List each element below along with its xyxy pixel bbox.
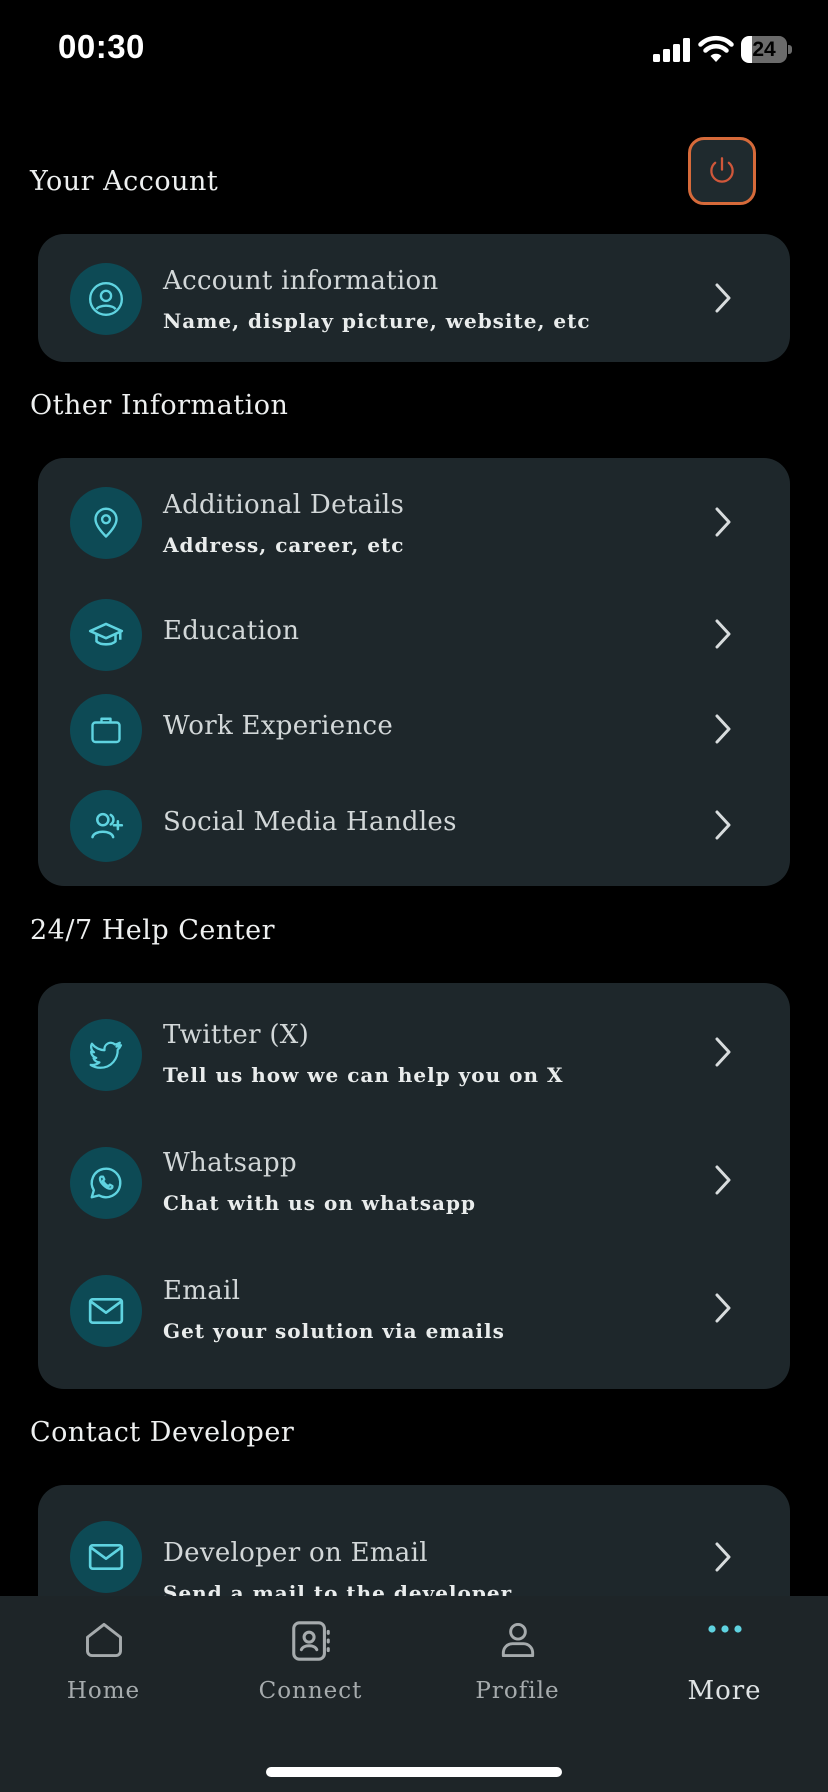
tab-home[interactable]: Home — [0, 1596, 207, 1726]
help-center-card: Twitter (X) Tell us how we can help you … — [38, 983, 790, 1389]
whatsapp-icon — [70, 1147, 142, 1219]
wifi-icon — [698, 35, 734, 62]
tab-label: More — [687, 1676, 762, 1706]
education-item[interactable]: Education — [38, 586, 790, 682]
status-time: 00:30 — [58, 28, 145, 65]
row-subtitle: Name, display picture, website, etc — [163, 309, 591, 333]
bottom-tab-bar: Home Connect Profile More — [0, 1596, 828, 1792]
tab-more[interactable]: More — [621, 1596, 828, 1726]
section-title-other-information: Other Information — [30, 390, 289, 421]
chevron-right-icon — [715, 507, 731, 537]
row-title: Account information — [163, 266, 439, 296]
section-title-your-account: Your Account — [30, 166, 219, 197]
row-subtitle: Chat with us on whatsapp — [163, 1191, 476, 1215]
social-media-handles-item[interactable]: Social Media Handles — [38, 778, 790, 874]
row-title: Work Experience — [163, 711, 394, 741]
home-icon — [85, 1622, 122, 1658]
user-circle-icon — [70, 263, 142, 335]
row-title: Email — [163, 1276, 241, 1306]
chevron-right-icon — [715, 1165, 731, 1195]
row-title: Developer on Email — [163, 1538, 428, 1568]
chevron-right-icon — [715, 619, 731, 649]
row-title: Additional Details — [163, 490, 405, 520]
briefcase-icon — [70, 694, 142, 766]
chevron-right-icon — [715, 1293, 731, 1323]
battery-level: 24 — [752, 38, 776, 61]
additional-details-item[interactable]: Additional Details Address, career, etc — [38, 458, 790, 586]
more-dots-icon — [707, 1625, 742, 1633]
signal-icon — [653, 38, 690, 62]
section-title-contact-developer: Contact Developer — [30, 1417, 295, 1448]
whatsapp-item[interactable]: Whatsapp Chat with us on whatsapp — [38, 1111, 790, 1239]
tab-label: Home — [66, 1678, 141, 1704]
developer-email-item[interactable]: Developer on Email Send a mail to the de… — [38, 1485, 790, 1613]
row-title: Education — [163, 616, 300, 646]
tab-profile[interactable]: Profile — [414, 1596, 621, 1726]
email-item[interactable]: Email Get your solution via emails — [38, 1239, 790, 1367]
power-icon — [710, 157, 734, 183]
twitter-item[interactable]: Twitter (X) Tell us how we can help you … — [38, 983, 790, 1111]
work-experience-item[interactable]: Work Experience — [38, 682, 790, 778]
tab-label: Profile — [475, 1678, 560, 1704]
tab-connect[interactable]: Connect — [207, 1596, 414, 1726]
account-information-item[interactable]: Account information Name, display pictur… — [38, 234, 790, 362]
section-title-help-center: 24/7 Help Center — [30, 915, 276, 946]
status-bar: 00:30 24 — [0, 0, 828, 100]
row-subtitle: Get your solution via emails — [163, 1319, 505, 1343]
row-title: Whatsapp — [163, 1148, 297, 1178]
row-subtitle: Tell us how we can help you on X — [163, 1063, 564, 1087]
logout-button[interactable] — [688, 137, 756, 205]
mail-icon — [70, 1275, 142, 1347]
person-icon — [501, 1622, 534, 1658]
tab-label: Connect — [258, 1678, 363, 1704]
chevron-right-icon — [715, 283, 731, 313]
row-title: Social Media Handles — [163, 807, 457, 837]
chevron-right-icon — [715, 1542, 731, 1572]
graduation-cap-icon — [70, 599, 142, 671]
location-pin-icon — [70, 487, 142, 559]
battery-icon: 24 — [741, 36, 792, 63]
contacts-book-icon — [291, 1621, 330, 1661]
account-card: Account information Name, display pictur… — [38, 234, 790, 362]
row-title: Twitter (X) — [163, 1020, 310, 1050]
twitter-icon — [70, 1019, 142, 1091]
chevron-right-icon — [715, 1037, 731, 1067]
row-subtitle: Address, career, etc — [163, 533, 405, 557]
mail-icon — [70, 1521, 142, 1593]
home-indicator — [266, 1767, 562, 1777]
other-information-card: Additional Details Address, career, etc … — [38, 458, 790, 886]
chevron-right-icon — [715, 810, 731, 840]
chevron-right-icon — [715, 714, 731, 744]
user-plus-icon — [70, 790, 142, 862]
